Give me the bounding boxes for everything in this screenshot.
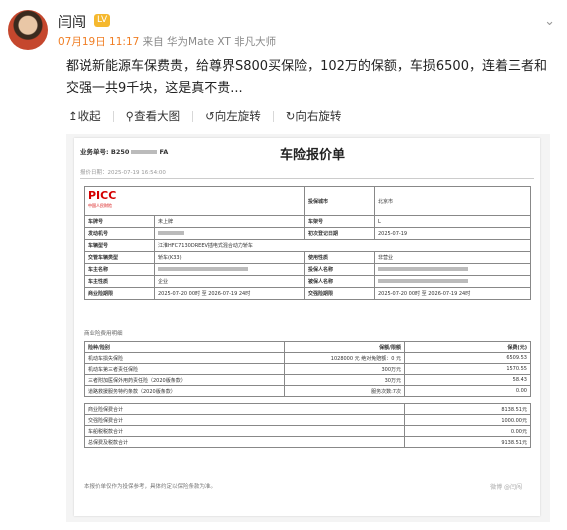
post-meta: 07月19日 11:17 来自 华为Mate XT 非凡大师 bbox=[58, 34, 276, 49]
redaction bbox=[131, 150, 158, 154]
avatar[interactable] bbox=[8, 10, 48, 50]
toolbar-divider bbox=[272, 111, 274, 122]
rotate-left-button[interactable]: ↺向左旋转 bbox=[205, 108, 261, 124]
table-row: 机动车第三者责任保险 300万元 1570.55 bbox=[84, 363, 531, 375]
collapse-icon: ↥ bbox=[68, 109, 78, 123]
table-header-row: 险种/险别 保额/限额 保费(元) bbox=[84, 341, 531, 353]
table-row: 车主性质 企业 被保人名称 bbox=[84, 275, 531, 288]
post-source: 来自 华为Mate XT 非凡大师 bbox=[142, 36, 277, 48]
section-label: 商业险费用明细 bbox=[84, 331, 123, 337]
watermark: 微博 @闫闯 bbox=[490, 484, 522, 491]
chevron-down-icon[interactable]: ⌄ bbox=[544, 14, 555, 29]
image-toolbar: ↥收起 ⚲查看大图 ↺向左旋转 ↻向右旋转 bbox=[68, 108, 546, 132]
coverage-table: 险种/险别 保额/限额 保费(元) 机动车损失保险 1028000 元 绝对免赔… bbox=[84, 341, 531, 448]
user-name[interactable]: 闫闯 bbox=[58, 12, 86, 32]
redaction bbox=[158, 231, 184, 235]
table-row bbox=[84, 396, 531, 404]
table-row: 车牌号 未上牌 车架号 L bbox=[84, 215, 531, 228]
vehicle-info-table: PICC 中国人民财险 投保城市 北京市 车牌号 未上牌 车架号 L 发动机号 初… bbox=[84, 186, 531, 300]
rotate-left-icon: ↺ bbox=[205, 109, 215, 123]
post-header: 闫闯 LV 07月19日 11:17 来自 华为Mate XT 非凡大师 ⌄ bbox=[8, 10, 559, 50]
insurance-quote-document: 业务单号: B250 FA 车险报价单 报价日期：2025-07-19 16:5… bbox=[74, 138, 540, 516]
toolbar-divider bbox=[192, 111, 194, 122]
table-row: 道路救援服务特约条款（2020版条款） 服务次数:7次 0.00 bbox=[84, 385, 531, 397]
doc-title: 车险报价单 bbox=[280, 148, 346, 163]
redaction bbox=[158, 267, 248, 271]
total-row: 车船税税款合计 0.00元 bbox=[84, 425, 531, 437]
table-row: 车辆型号 江淮HFC7130DREEV插电式混合动力轿车 bbox=[84, 239, 531, 252]
post-date[interactable]: 07月19日 11:17 bbox=[58, 36, 139, 48]
table-row: PICC 中国人民财险 投保城市 北京市 bbox=[84, 186, 531, 216]
divider bbox=[80, 178, 534, 179]
view-large-button[interactable]: ⚲查看大图 bbox=[126, 108, 180, 124]
rotate-right-button[interactable]: ↻向右旋转 bbox=[286, 108, 342, 124]
footnote: 本报价单仅作为投保参考，具体约定以保险条款为准。 bbox=[84, 484, 217, 490]
total-row: 总保费及税款合计 9138.51元 bbox=[84, 436, 531, 448]
rotate-right-icon: ↻ bbox=[285, 109, 296, 123]
table-row: 发动机号 初次登记日期 2025-07-19 bbox=[84, 227, 531, 240]
redaction bbox=[378, 279, 468, 283]
toolbar-divider bbox=[112, 111, 114, 122]
user-badge: LV bbox=[94, 14, 111, 27]
table-row: 交管车辆类型 轿车(K33) 使用性质 非营业 bbox=[84, 251, 531, 264]
table-row: 三者附加医保外用药责任险（2020版条款） 30万元 58.43 bbox=[84, 374, 531, 386]
order-number: 业务单号: B250 FA bbox=[80, 148, 169, 156]
table-row: 商业险期限 2025-07-20 00时 至 2026-07-19 24时 交强… bbox=[84, 287, 531, 300]
post-text: 都说新能源车保费贵，给尊界S800买保险，102万的保额，车损6500，连着三者… bbox=[66, 59, 547, 96]
picc-logo: PICC 中国人民财险 bbox=[84, 186, 305, 216]
spacer bbox=[84, 396, 531, 404]
total-row: 商业险保费合计 8138.51元 bbox=[84, 403, 531, 415]
table-row: 机动车损失保险 1028000 元 绝对免赔额：0 元 6509.53 bbox=[84, 352, 531, 364]
total-row: 交强险保费合计 1000.00元 bbox=[84, 414, 531, 426]
quote-date: 报价日期：2025-07-19 16:54:00 bbox=[80, 170, 166, 176]
table-row: 车主名称 投保人名称 bbox=[84, 263, 531, 276]
collapse-button[interactable]: ↥收起 bbox=[68, 108, 101, 124]
post-image[interactable]: 业务单号: B250 FA 车险报价单 报价日期：2025-07-19 16:5… bbox=[66, 134, 550, 522]
search-icon: ⚲ bbox=[125, 109, 135, 123]
redaction bbox=[378, 267, 468, 271]
